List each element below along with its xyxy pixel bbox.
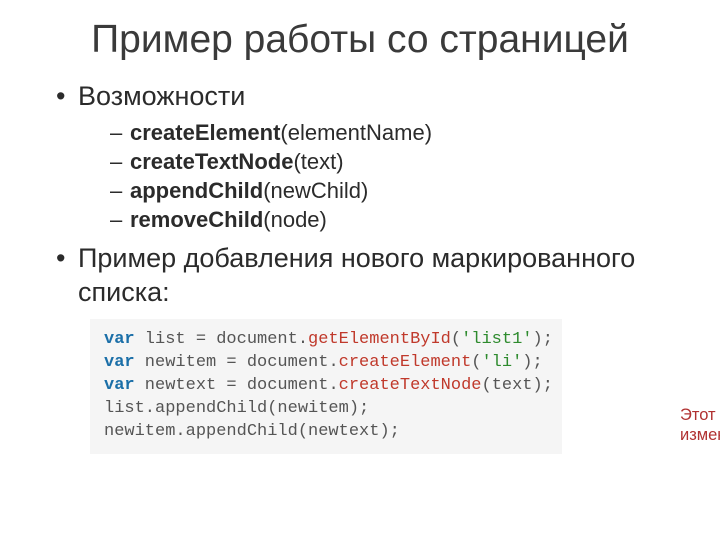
api-arg: (elementName) (280, 120, 432, 145)
api-arg: (node) (263, 207, 327, 232)
slide: Пример работы со страницей Возможности c… (0, 0, 720, 454)
code-text: ); (522, 353, 542, 372)
code-keyword: var (104, 330, 135, 349)
api-item: createTextNode(text) (110, 147, 672, 176)
side-note: Этот скрипт изменяет DOM (680, 405, 720, 446)
bullet-text: Пример добавления нового маркированного … (78, 243, 635, 307)
api-list: createElement(elementName) createTextNod… (110, 118, 672, 234)
code-text: ); (533, 330, 553, 349)
slide-title: Пример работы со страницей (48, 18, 672, 62)
code-block: var list = document.getElementById('list… (90, 319, 562, 454)
code-text: ( (451, 330, 461, 349)
code-text: ( (481, 376, 491, 395)
api-item: appendChild(newChild) (110, 176, 672, 205)
code-string: 'li' (481, 353, 522, 372)
bullet-capabilities: Возможности createElement(elementName) c… (54, 80, 672, 234)
code-fn: getElementById (308, 330, 451, 349)
api-arg: (newChild) (263, 178, 368, 203)
code-text: list = document. (135, 330, 308, 349)
code-text: newtext = document. (135, 376, 339, 395)
api-name: createTextNode (130, 149, 293, 174)
api-item: createElement(elementName) (110, 118, 672, 147)
code-line: list.appendChild(newitem); (104, 399, 369, 418)
api-name: createElement (130, 120, 280, 145)
api-item: removeChild(node) (110, 205, 672, 234)
code-keyword: var (104, 376, 135, 395)
code-fn: createElement (339, 353, 472, 372)
code-string: 'list1' (461, 330, 532, 349)
bullet-text: Возможности (78, 81, 245, 111)
code-line: newitem.appendChild(newtext); (104, 422, 400, 441)
code-area: var list = document.getElementById('list… (90, 319, 672, 454)
code-fn: createTextNode (339, 376, 482, 395)
code-text: newitem = document. (135, 353, 339, 372)
code-arg: text (492, 376, 533, 395)
api-name: appendChild (130, 178, 263, 203)
api-arg: (text) (293, 149, 343, 174)
api-name: removeChild (130, 207, 263, 232)
code-keyword: var (104, 353, 135, 372)
code-text: ( (471, 353, 481, 372)
code-text: ); (533, 376, 553, 395)
bullet-list: Возможности createElement(elementName) c… (54, 80, 672, 309)
bullet-example: Пример добавления нового маркированного … (54, 242, 672, 310)
